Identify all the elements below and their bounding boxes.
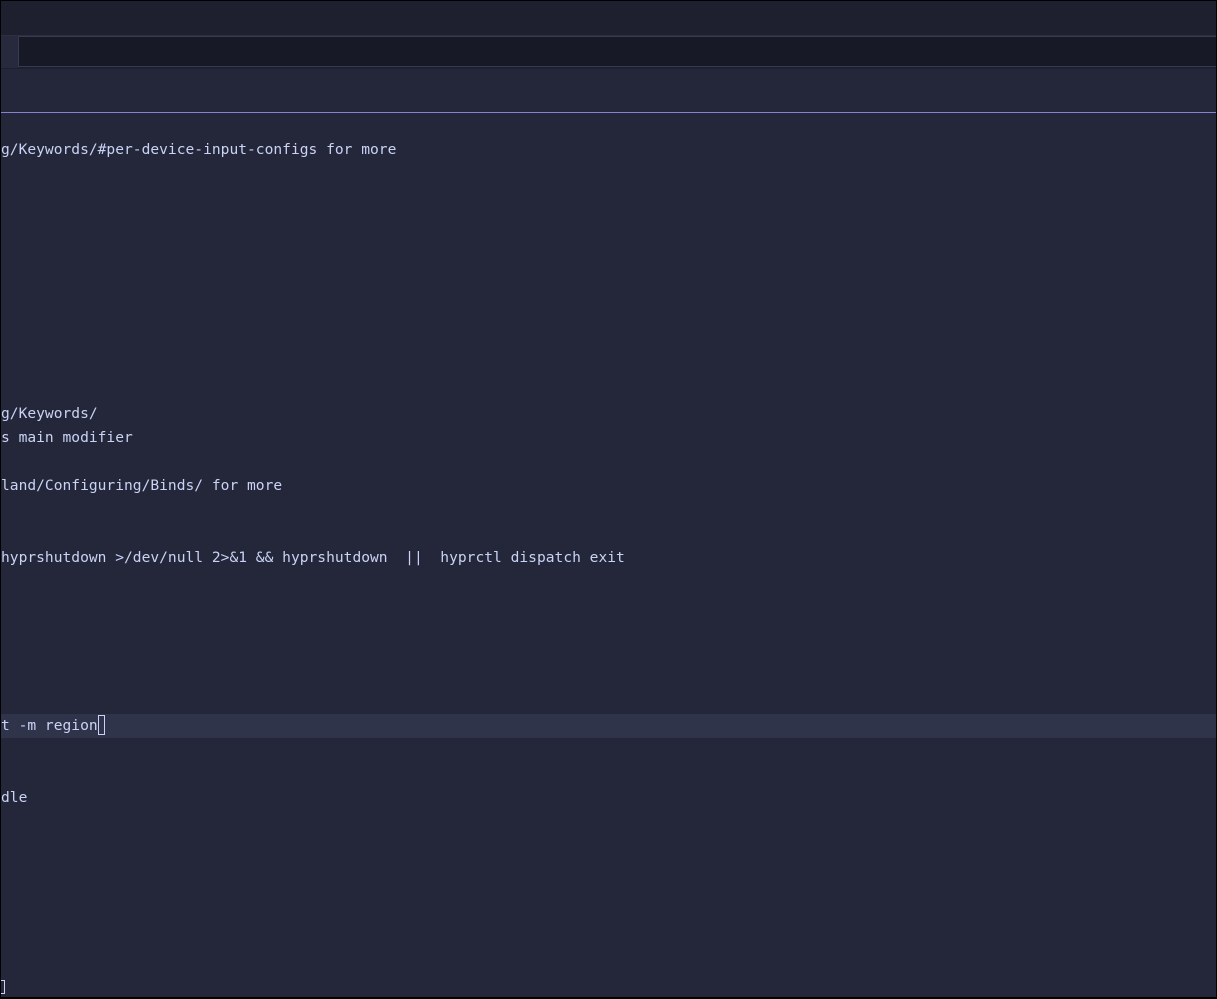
status-line-bracket — [1, 980, 5, 994]
editor-line: g/Keywords/ — [1, 405, 98, 422]
current-line-text: t -m region — [1, 717, 98, 734]
editor-line: hyprshutdown >/dev/null 2>&1 && hyprshut… — [1, 549, 625, 566]
editor-line: s main modifier — [1, 429, 133, 446]
current-line: t -m region — [1, 714, 1216, 738]
text-editor[interactable]: g/Keywords/#per-device-input-configs for… — [1, 113, 1216, 997]
editor-line: land/Configuring/Binds/ for more — [1, 477, 283, 494]
title-bar — [1, 1, 1216, 35]
text-cursor — [97, 714, 105, 735]
tab-bar-field[interactable] — [18, 36, 1216, 67]
terminal-window: g/Keywords/#per-device-input-configs for… — [1, 1, 1216, 997]
editor-line: g/Keywords/#per-device-input-configs for… — [1, 141, 397, 158]
tab-edge[interactable] — [1, 36, 18, 68]
editor-line: dle — [1, 789, 28, 806]
toolbar — [1, 69, 1216, 113]
tab-strip — [1, 35, 1216, 69]
